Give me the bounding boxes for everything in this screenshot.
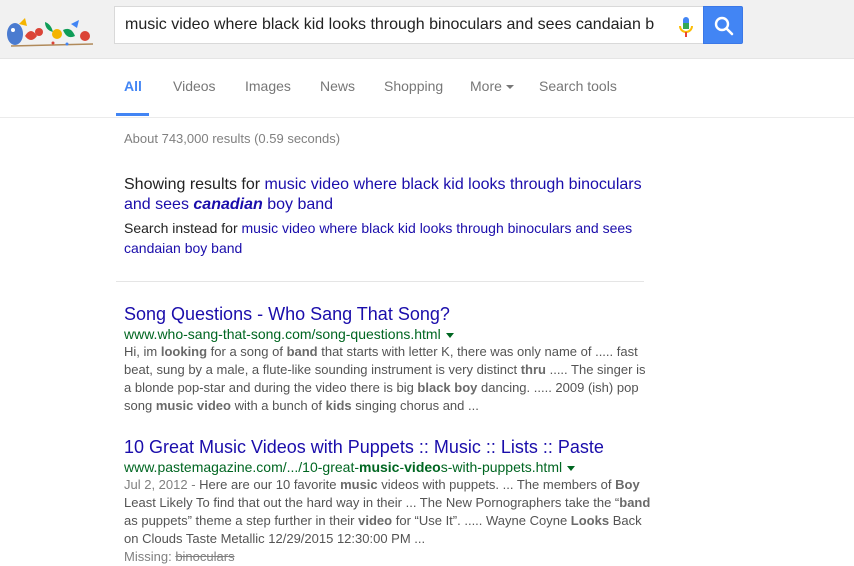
tab-search-tools[interactable]: Search tools bbox=[539, 78, 617, 94]
tab-shopping[interactable]: Shopping bbox=[384, 78, 443, 94]
chevron-down-icon bbox=[505, 85, 514, 90]
url-dropdown-icon[interactable] bbox=[567, 465, 576, 471]
showing-prefix: Showing results for bbox=[124, 176, 261, 193]
highlighted-term: kids bbox=[325, 398, 352, 413]
url-dropdown-icon[interactable] bbox=[445, 332, 454, 338]
tab-news[interactable]: News bbox=[320, 78, 355, 94]
snippet-text: for “Use It”. ..... Wayne Coyne bbox=[392, 513, 571, 528]
missing-terms: Missing: binoculars bbox=[124, 549, 235, 564]
divider bbox=[116, 281, 644, 282]
header-bar bbox=[0, 0, 854, 59]
snippet-text: videos with puppets. ... The members of bbox=[377, 477, 616, 492]
snippet-text: www.pastemagazine.com/.../10-great- bbox=[124, 459, 359, 475]
result-url: www.pastemagazine.com/.../10-great-music… bbox=[124, 459, 654, 475]
highlighted-term: band bbox=[286, 344, 318, 359]
tab-more[interactable]: More bbox=[470, 78, 514, 94]
search-result: 10 Great Music Videos with Puppets :: Mu… bbox=[124, 436, 654, 566]
result-url: www.who-sang-that-song.com/song-question… bbox=[124, 326, 654, 342]
result-date: Jul 2, 2012 - bbox=[124, 477, 200, 492]
tab-more-label: More bbox=[470, 78, 502, 94]
search-input[interactable] bbox=[125, 7, 660, 43]
highlighted-term: video bbox=[358, 513, 393, 528]
result-title-link[interactable]: Song Questions - Who Sang That Song? bbox=[124, 303, 654, 325]
result-snippet: Jul 2, 2012 - Here are our 10 favorite m… bbox=[124, 476, 654, 548]
spelling-correction: Showing results for music video where bl… bbox=[124, 175, 644, 215]
highlighted-term: music bbox=[359, 459, 400, 475]
tab-all[interactable]: All bbox=[124, 78, 142, 94]
highlighted-term: band bbox=[619, 495, 651, 510]
search-tabs: All Videos Images News Shopping More Sea… bbox=[0, 59, 854, 118]
result-snippet: Hi, im looking for a song of band that s… bbox=[124, 343, 654, 415]
tab-videos[interactable]: Videos bbox=[173, 78, 216, 94]
highlighted-term: music video bbox=[155, 398, 231, 413]
snippet-text: s-with-puppets.html bbox=[440, 459, 563, 475]
result-stats: About 743,000 results (0.59 seconds) bbox=[124, 131, 341, 146]
search-box bbox=[114, 6, 703, 44]
highlighted-term: looking bbox=[160, 344, 208, 359]
result-title-link[interactable]: 10 Great Music Videos with Puppets :: Mu… bbox=[124, 436, 654, 458]
highlighted-term: black boy bbox=[417, 380, 478, 395]
highlighted-term: video bbox=[404, 459, 441, 475]
highlighted-term: Looks bbox=[570, 513, 610, 528]
active-tab-indicator bbox=[116, 113, 149, 116]
google-doodle-logo[interactable] bbox=[5, 10, 97, 50]
search-icon bbox=[714, 16, 734, 36]
search-result: Song Questions - Who Sang That Song? www… bbox=[124, 303, 654, 415]
highlighted-term: thru bbox=[520, 362, 546, 377]
instead-prefix: Search instead for bbox=[124, 220, 238, 236]
snippet-text: for a song of bbox=[207, 344, 287, 359]
search-instead: Search instead for music video where bla… bbox=[124, 218, 644, 258]
tab-images[interactable]: Images bbox=[245, 78, 291, 94]
microphone-icon[interactable] bbox=[677, 16, 695, 38]
highlighted-term: music bbox=[340, 477, 378, 492]
snippet-text: singing chorus and ... bbox=[351, 398, 479, 413]
snippet-text: Hi, im bbox=[124, 344, 161, 359]
snippet-text: as puppets” theme a step further in thei… bbox=[124, 513, 359, 528]
snippet-text: Here are our 10 favorite bbox=[199, 477, 341, 492]
snippet-text: with a bunch of bbox=[230, 398, 326, 413]
snippet-text: Least Likely To find that out the hard w… bbox=[124, 495, 620, 510]
search-button[interactable] bbox=[703, 6, 743, 44]
highlighted-term: Boy bbox=[615, 477, 640, 492]
